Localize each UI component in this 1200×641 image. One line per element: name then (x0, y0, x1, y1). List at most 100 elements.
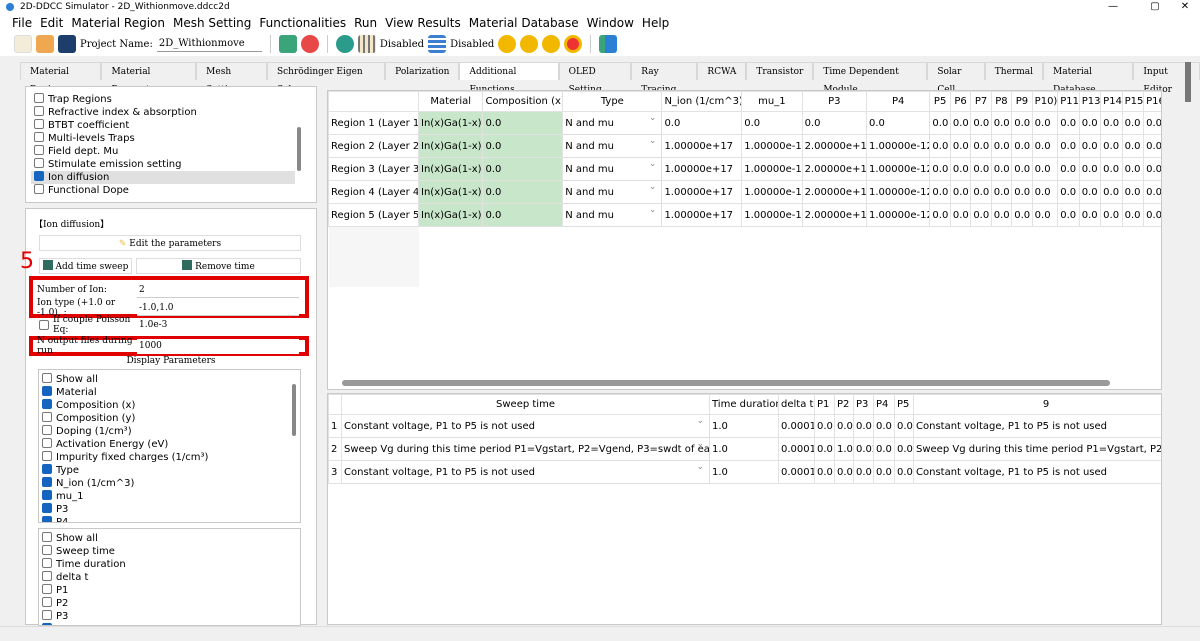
menu-file[interactable]: File (8, 14, 36, 32)
list-item[interactable]: Multi-levels Traps (31, 132, 295, 145)
table-cell[interactable]: 0.0 (929, 157, 951, 181)
table-cell[interactable]: 0.0 (1121, 203, 1145, 227)
checkbox[interactable] (34, 184, 44, 194)
table-cell[interactable]: 1.00000e-11 (741, 134, 803, 158)
table-cell[interactable]: 0.0 (894, 414, 914, 438)
settings-icon[interactable] (335, 35, 354, 53)
close-button[interactable]: ✕ (1170, 0, 1200, 14)
column-header[interactable] (328, 91, 419, 112)
table-cell[interactable]: 0.0 (1078, 157, 1102, 181)
ion-type-input[interactable]: -1.0,1.0 (137, 300, 299, 316)
list-item[interactable]: P3 (39, 610, 300, 623)
checkbox[interactable] (42, 373, 52, 383)
checkbox[interactable] (34, 158, 44, 168)
couple-poisson-value[interactable]: 1.0e-3 (139, 320, 167, 330)
tab-oled-setting[interactable]: OLED Setting (558, 62, 632, 95)
table-cell[interactable]: N and mu (562, 111, 663, 135)
column-header[interactable]: P5 (929, 91, 951, 112)
list-item[interactable]: Type (39, 464, 300, 477)
refresh-icon[interactable] (300, 35, 319, 53)
table-cell[interactable]: 0.02 (853, 437, 874, 461)
list-item[interactable]: Show all (39, 532, 300, 545)
table-cell[interactable]: 0.0 (1078, 203, 1102, 227)
table-cell[interactable]: 0.0 (929, 134, 951, 158)
checkbox[interactable] (42, 610, 52, 620)
column-header[interactable]: P13 (1078, 91, 1102, 112)
table-cell[interactable]: 0.0 (814, 414, 835, 438)
project-name-input[interactable] (156, 36, 262, 52)
column-header[interactable]: P9 (1011, 91, 1033, 112)
tab-solar-cell[interactable]: Solar Cell (927, 62, 985, 95)
open-folder-icon[interactable] (36, 35, 54, 53)
table-cell[interactable]: 0.0 (1031, 111, 1059, 135)
table-cell[interactable]: 0.0 (1011, 111, 1033, 135)
sweep-type-dropdown[interactable]: Constant voltage, P1 to P5 is not used (341, 414, 710, 438)
functions-scrollbar[interactable] (297, 127, 301, 171)
table-cell[interactable]: 0.0 (990, 157, 1013, 181)
table-cell[interactable]: 0.0 (1031, 203, 1059, 227)
table-cell[interactable]: 1.00000e-12 (865, 157, 931, 181)
tab-rcwa[interactable]: RCWA (697, 62, 747, 80)
table-cell[interactable]: 0.0 (661, 111, 743, 135)
column-header[interactable]: P3 (853, 394, 874, 415)
table-cell[interactable]: 0.0 (482, 111, 564, 135)
table-cell[interactable]: 0.0 (1057, 157, 1080, 181)
tab-material-database[interactable]: Material Database (1043, 62, 1134, 95)
region-table-h-scrollbar[interactable] (342, 380, 1110, 386)
main-v-scrollbar[interactable] (1185, 62, 1191, 102)
row-number[interactable]: 2 (328, 437, 342, 461)
table-cell[interactable]: 1.0 (834, 437, 854, 461)
remove-time-button[interactable]: Remove time (136, 258, 301, 274)
list-item[interactable]: N_ion (1/cm^3) (39, 477, 300, 490)
list-item[interactable]: Impurity fixed charges (1/cm³) (39, 451, 300, 464)
list-item[interactable]: delta t (39, 571, 300, 584)
checkbox[interactable] (42, 558, 52, 568)
list-item[interactable]: Sweep time (39, 545, 300, 558)
column-header[interactable]: P15 (1121, 91, 1145, 112)
table-cell[interactable]: 1.0 (709, 414, 779, 438)
list-item[interactable]: Show all (39, 373, 300, 386)
table-cell[interactable]: 1.00000e-12 (865, 180, 931, 204)
table-cell[interactable]: 0.0 (834, 460, 854, 484)
column-header[interactable]: P7 (970, 91, 992, 112)
table-cell[interactable]: 0.0 (1100, 134, 1123, 158)
table-cell[interactable]: 0.0 (1011, 157, 1033, 181)
column-header[interactable]: Time duration (709, 394, 779, 415)
table-cell[interactable]: 0.0 (949, 180, 972, 204)
table-cell[interactable]: Sweep Vg during this time period P1=Vgst… (913, 437, 1161, 461)
list-item[interactable]: Functional Dope (31, 184, 295, 197)
column-header[interactable]: P1 (814, 394, 835, 415)
column-header[interactable]: P3 (801, 91, 868, 112)
column-header[interactable]: Composition (x) (482, 91, 564, 112)
tab-additional-functions[interactable]: Additional Functions (459, 62, 559, 95)
fast-forward-icon[interactable] (520, 35, 539, 53)
tab-material-region[interactable]: Material Region (20, 62, 102, 95)
tab-time-dependent-module[interactable]: Time Dependent Module (813, 62, 928, 95)
column-header[interactable]: P11 (1057, 91, 1080, 112)
table-cell[interactable]: 0.0 (970, 111, 992, 135)
row-number[interactable]: 1 (328, 414, 342, 438)
tab-material-parameter[interactable]: Material Parameter (101, 62, 197, 95)
checkbox[interactable] (42, 412, 52, 422)
checkbox[interactable] (34, 132, 44, 142)
menu-material-region[interactable]: Material Region (67, 14, 169, 32)
list-item[interactable]: Stimulate emission setting (31, 158, 295, 171)
checkbox[interactable] (42, 438, 52, 448)
tab-schr-dinger-eigen-solver[interactable]: Schrödinger Eigen Solver (266, 62, 386, 95)
table-cell[interactable]: 1.00000e+17 (661, 180, 743, 204)
table-cell[interactable]: 0.0 (482, 157, 564, 181)
table-cell[interactable]: 0.0 (1100, 111, 1123, 135)
table-cell[interactable]: Constant voltage, P1 to P5 is not used (913, 414, 1161, 438)
menu-edit[interactable]: Edit (36, 14, 67, 32)
table-cell[interactable]: 0.0 (1057, 111, 1080, 135)
table-cell[interactable]: 0.0 (1143, 134, 1161, 158)
checkbox[interactable] (42, 532, 52, 542)
menu-functionalities[interactable]: Functionalities (255, 14, 350, 32)
table-cell[interactable]: 0.0 (894, 437, 914, 461)
table-cell[interactable]: 0.0 (801, 111, 868, 135)
table-cell[interactable]: 0.0 (1121, 157, 1145, 181)
column-header[interactable]: mu_1 (741, 91, 803, 112)
column-header[interactable]: 9 (913, 394, 1161, 415)
list-item[interactable]: mu_1 (39, 490, 300, 503)
menu-view-results[interactable]: View Results (381, 14, 465, 32)
